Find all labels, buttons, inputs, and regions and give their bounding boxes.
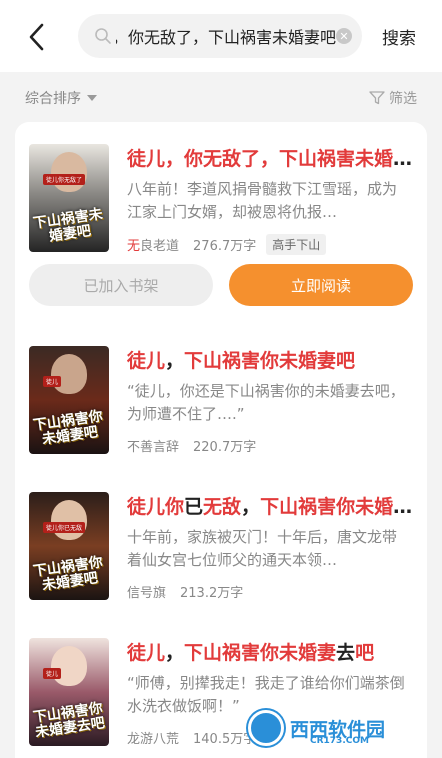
cover-tag: 徒儿你无敌了 — [43, 174, 86, 185]
watermark-sub: CR173.COM — [310, 736, 369, 746]
book-cover[interactable]: 徒儿你已无敌 下山祸害你未婚妻吧 — [29, 492, 109, 600]
caret-down-icon — [87, 95, 97, 101]
back-arrow-icon — [29, 23, 44, 51]
book-author: 龙游八荒 — [127, 732, 180, 747]
search-input[interactable]: 徒儿，你无敌了，下山祸害未婚妻吧 — [116, 24, 336, 48]
top-bar: 徒儿，你无敌了，下山祸害未婚妻吧 ✕ 搜索 — [0, 0, 442, 72]
watermark-logo: 西西软件园 CR173.COM — [248, 708, 428, 748]
book-meta: 不善言辞 220.7万字 — [127, 436, 256, 455]
back-button[interactable] — [22, 22, 52, 52]
book-description: “徒儿，你还是下山祸害你的未婚妻去吧，为师遭不住了….” — [127, 382, 405, 423]
book-title[interactable]: 徒儿，下山祸害你未婚妻去吧 — [127, 638, 417, 665]
book-description: 八年前！李道风捐骨髓救下江雪瑶，成为江家上门女婿，却被恩将仇报… — [127, 180, 398, 221]
cover-tag: 徒儿你已无敌 — [43, 522, 86, 533]
sort-dropdown[interactable]: 综合排序 — [25, 88, 97, 108]
word-count: 276.7万字 — [193, 239, 257, 254]
book-cover[interactable]: 徒儿你无敌了 下山祸害未婚妻吧 — [29, 144, 109, 252]
book-title[interactable]: 徒儿，下山祸害你未婚妻吧 — [127, 346, 417, 373]
title-highlight: 徒儿，你无敌了，下山祸害未婚妻吧 — [127, 148, 417, 170]
book-meta: 信号旗 213.2万字 — [127, 582, 243, 601]
filter-row: 综合排序 筛选 — [0, 72, 442, 122]
word-count: 140.5万字 — [193, 732, 257, 747]
cover-tag: 徒儿 — [43, 376, 62, 387]
genre-tag[interactable]: 高手下山 — [266, 234, 327, 255]
cover-title: 下山祸害你未婚妻吧 — [32, 408, 104, 448]
cover-figure — [51, 646, 87, 686]
added-to-shelf-button[interactable]: 已加入书架 — [29, 264, 213, 306]
clear-icon[interactable]: ✕ — [336, 28, 352, 44]
book-meta: 龙游八荒 140.5万字 — [127, 728, 256, 747]
book-author: 无良老道 — [127, 239, 180, 254]
sort-label: 综合排序 — [25, 91, 81, 107]
results-card: 徒儿你无敌了 下山祸害未婚妻吧 徒儿，你无敌了，下山祸害未婚妻吧 八年前！李道风… — [15, 122, 427, 758]
word-count: 220.7万字 — [193, 440, 257, 455]
book-title[interactable]: 徒儿你已无敌，下山祸害你未婚妻吧 — [127, 492, 417, 519]
book-item[interactable]: 徒儿 下山祸害你未婚妻吧 徒儿，下山祸害你未婚妻吧 “徒儿，你还是下山祸害你的未… — [15, 346, 427, 466]
book-cover[interactable]: 徒儿 下山祸害你未婚妻去吧 — [29, 638, 109, 746]
book-cover[interactable]: 徒儿 下山祸害你未婚妻吧 — [29, 346, 109, 454]
cover-title: 下山祸害未婚妻吧 — [32, 206, 104, 245]
cover-figure — [51, 354, 87, 394]
search-button[interactable]: 搜索 — [382, 24, 416, 49]
book-item[interactable]: 徒儿你无敌了 下山祸害未婚妻吧 徒儿，你无敌了，下山祸害未婚妻吧 八年前！李道风… — [15, 144, 427, 264]
book-meta: 无良老道 276.7万字 高手下山 — [127, 234, 327, 255]
cover-figure — [51, 152, 87, 192]
cover-figure — [51, 500, 87, 540]
cover-title: 下山祸害你未婚妻去吧 — [32, 700, 106, 741]
read-now-button[interactable]: 立即阅读 — [229, 264, 413, 306]
search-icon — [95, 28, 111, 44]
book-title[interactable]: 徒儿，你无敌了，下山祸害未婚妻吧 — [127, 144, 417, 171]
cover-title: 下山祸害你未婚妻吧 — [32, 554, 104, 594]
watermark-icon — [248, 710, 284, 746]
book-description: 十年前，家族被灭门！十年后，唐文龙带着仙女宫七位师父的通天本领… — [127, 528, 398, 569]
book-author: 不善言辞 — [127, 440, 180, 455]
book-item[interactable]: 徒儿你已无敌 下山祸害你未婚妻吧 徒儿你已无敌，下山祸害你未婚妻吧 十年前，家族… — [15, 492, 427, 612]
cover-tag: 徒儿 — [43, 668, 62, 679]
word-count: 213.2万字 — [180, 586, 244, 601]
search-box[interactable]: 徒儿，你无敌了，下山祸害未婚妻吧 ✕ — [78, 14, 362, 58]
action-buttons: 已加入书架 立即阅读 — [29, 264, 413, 306]
filter-icon — [369, 91, 385, 105]
book-author: 信号旗 — [127, 586, 167, 601]
filter-button[interactable]: 筛选 — [369, 88, 417, 108]
filter-label: 筛选 — [389, 91, 417, 107]
